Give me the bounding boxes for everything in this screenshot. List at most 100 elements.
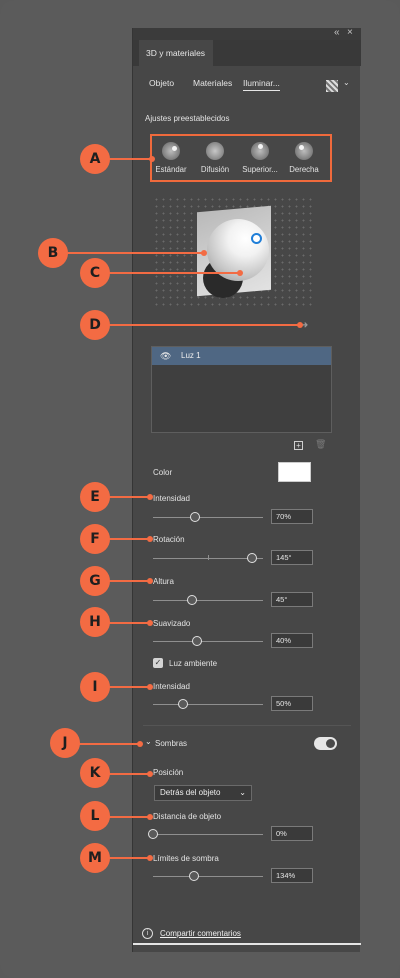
tab-materials[interactable]: Materiales — [193, 78, 232, 88]
callout-badge: H — [80, 607, 110, 637]
eye-icon[interactable]: 👁 — [160, 351, 171, 362]
callout-leader — [108, 855, 153, 861]
light-name: Luz 1 — [181, 351, 201, 360]
chevron-down-icon[interactable]: ⌄ — [343, 78, 350, 87]
list-item[interactable]: 👁 Luz 1 — [152, 347, 331, 365]
intensity-label: Intensidad — [153, 494, 190, 503]
callout-leader — [108, 578, 153, 584]
softness-slider[interactable] — [153, 641, 263, 642]
shadow-bounds-slider[interactable] — [153, 876, 263, 877]
shadow-bounds-label: Límites de sombra — [153, 854, 219, 863]
callout-leader — [108, 494, 153, 500]
callout-badge: K — [80, 758, 110, 788]
callout-badge: I — [80, 672, 110, 702]
preset-standard[interactable]: Estándar — [150, 142, 192, 174]
rotation-center-tick — [208, 555, 209, 560]
footer-divider — [133, 943, 361, 945]
ambient-light-label: Luz ambiente — [169, 659, 218, 668]
height-field[interactable]: 45° — [271, 592, 313, 607]
callout-badge: A — [80, 144, 110, 174]
rotation-slider-thumb[interactable] — [247, 553, 258, 563]
app-frame: « × 3D y materiales Objeto Materiales Il… — [0, 0, 400, 978]
shadows-toggle[interactable] — [314, 737, 337, 750]
callout-badge: F — [80, 524, 110, 554]
texture-icon[interactable] — [326, 80, 338, 92]
preset-sphere-icon — [295, 142, 313, 160]
position-dropdown[interactable]: Detrás del objeto ⌄ — [154, 785, 252, 801]
presets-label: Ajustes preestablecidos — [145, 114, 230, 123]
distance-label: Distancia de objeto — [153, 812, 222, 821]
preset-right[interactable]: Derecha — [283, 142, 325, 174]
height-slider[interactable] — [153, 600, 263, 601]
callout-leader — [108, 270, 243, 276]
color-label: Color — [153, 468, 173, 477]
position-label: Posición — [153, 768, 184, 777]
chevron-down-icon: ⌄ — [239, 788, 246, 797]
distance-slider[interactable] — [153, 834, 263, 835]
add-icon[interactable]: + — [294, 441, 303, 450]
callout-leader — [108, 536, 153, 542]
height-slider-thumb[interactable] — [186, 595, 197, 605]
close-icon[interactable]: × — [347, 27, 353, 38]
preset-label: Difusión — [200, 165, 230, 174]
preset-label: Estándar — [155, 165, 187, 174]
softness-label: Suavizado — [153, 619, 191, 628]
ambient-intensity-slider[interactable] — [153, 704, 263, 705]
height-label: Altura — [153, 577, 174, 586]
callout-badge: J — [50, 728, 80, 758]
callout-leader — [108, 322, 303, 328]
distance-field[interactable]: 0% — [271, 826, 313, 841]
preset-label: Superior... — [242, 165, 278, 174]
callout-badge: B — [38, 238, 68, 268]
ambient-intensity-field[interactable]: 50% — [271, 696, 313, 711]
callout-leader — [108, 771, 153, 777]
position-value: Detrás del objeto — [160, 788, 221, 797]
collapse-icon[interactable]: « — [334, 27, 340, 38]
softness-slider-thumb[interactable] — [192, 636, 202, 646]
callout-leader — [108, 814, 153, 820]
panel-tab-3d-materials[interactable]: 3D y materiales — [139, 40, 213, 66]
light-color-swatch[interactable] — [278, 462, 311, 482]
callout-badge: D — [80, 310, 110, 340]
3d-materials-panel: « × 3D y materiales Objeto Materiales Il… — [132, 27, 361, 952]
info-icon: i — [142, 928, 153, 939]
ambient-intensity-label: Intensidad — [153, 682, 190, 691]
callout-leader — [66, 250, 207, 256]
callout-badge: C — [80, 258, 110, 288]
panel-top-strip: « × — [133, 27, 361, 40]
shadow-bounds-field[interactable]: 134% — [271, 868, 313, 883]
shadows-label: Sombras — [155, 739, 188, 748]
trash-icon: 🗑 — [315, 439, 327, 449]
preset-label: Derecha — [289, 165, 319, 174]
softness-field[interactable]: 40% — [271, 633, 313, 648]
callout-badge: E — [80, 482, 110, 512]
callout-leader — [108, 156, 155, 162]
callout-leader — [108, 684, 153, 690]
preset-sphere-icon — [251, 142, 269, 160]
section-divider — [143, 725, 351, 726]
shadow-bounds-slider-thumb[interactable] — [189, 871, 200, 881]
callout-badge: M — [80, 843, 110, 873]
rotation-field[interactable]: 145° — [271, 550, 313, 565]
ambient-light-checkbox[interactable]: ✓ — [153, 658, 163, 668]
intensity-field[interactable]: 70% — [271, 509, 313, 524]
light-handle[interactable] — [251, 233, 262, 244]
ambient-intensity-slider-thumb[interactable] — [177, 699, 188, 709]
callout-badge: L — [80, 801, 110, 831]
callout-leader — [108, 620, 153, 626]
share-feedback-link[interactable]: Compartir comentarios — [160, 929, 241, 938]
preset-diffuse[interactable]: Difusión — [194, 142, 236, 174]
tab-object[interactable]: Objeto — [149, 78, 174, 88]
lights-list: 👁 Luz 1 — [151, 346, 332, 433]
preset-sphere-icon — [206, 142, 224, 160]
shadows-chevron-icon[interactable]: ⌄ — [145, 737, 152, 746]
rotation-label: Rotación — [153, 535, 185, 544]
callout-badge: G — [80, 566, 110, 596]
distance-slider-thumb[interactable] — [148, 829, 158, 839]
intensity-slider[interactable] — [153, 517, 263, 518]
intensity-slider-thumb[interactable] — [190, 512, 201, 522]
preset-top[interactable]: Superior... — [239, 142, 281, 174]
preset-sphere-icon — [162, 142, 180, 160]
tab-lighting[interactable]: Iluminar... — [243, 78, 280, 91]
presets-group: Estándar Difusión Superior... Derecha — [150, 134, 332, 182]
